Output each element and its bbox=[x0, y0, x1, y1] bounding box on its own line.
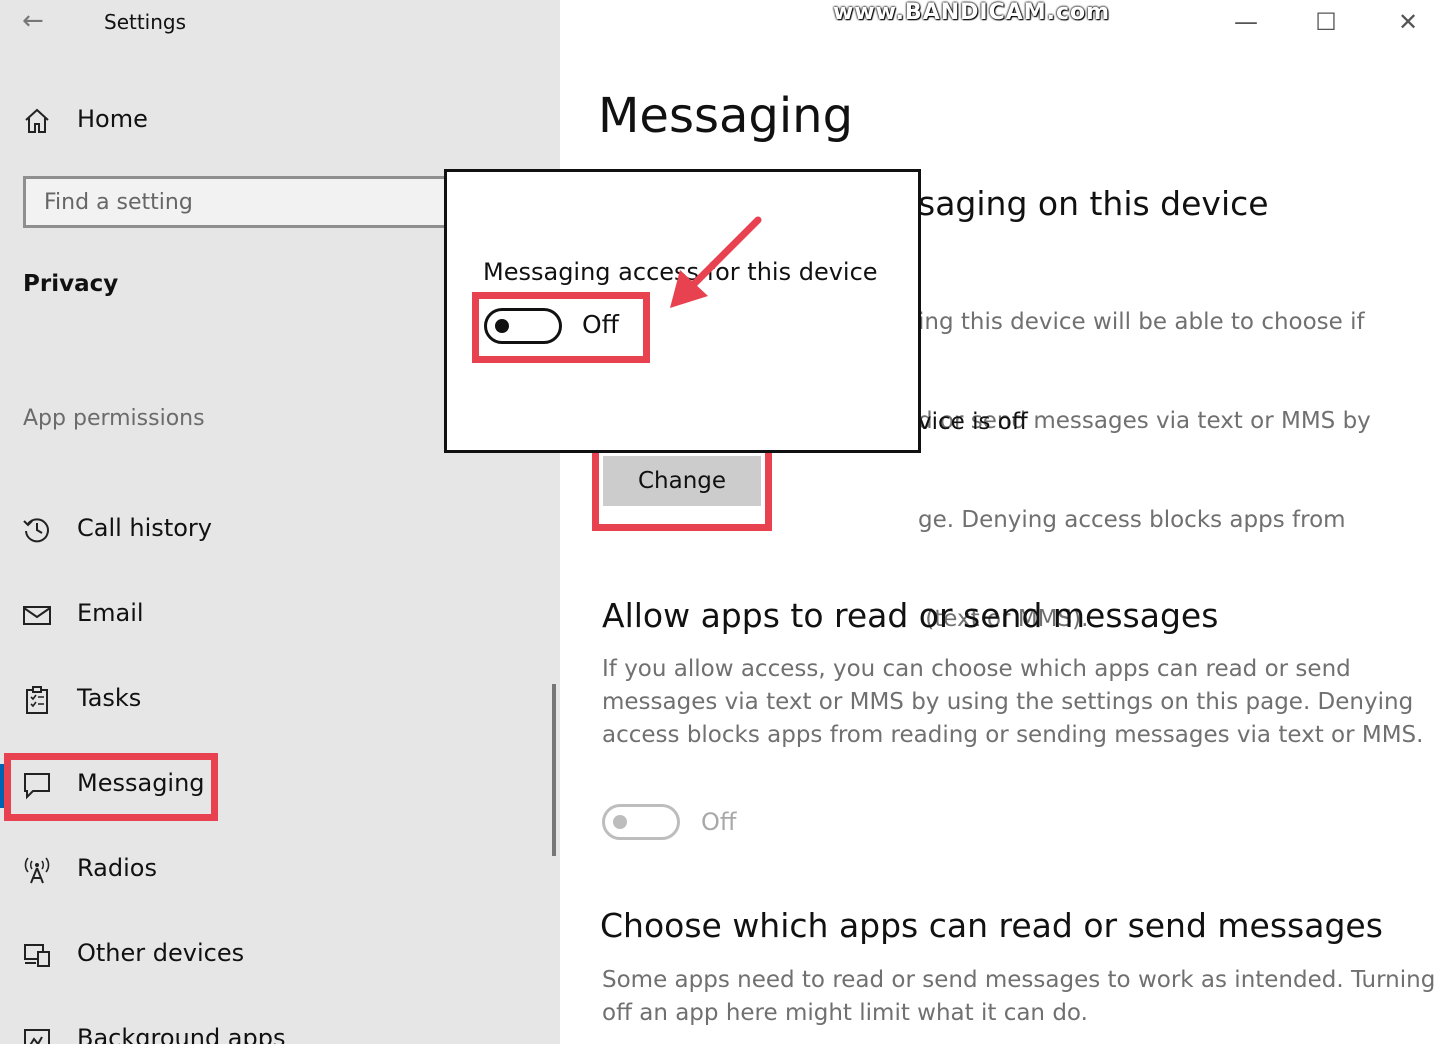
email-icon bbox=[23, 606, 51, 625]
change-button[interactable]: Change bbox=[603, 456, 761, 506]
allow-apps-toggle[interactable] bbox=[602, 804, 680, 840]
search-input[interactable] bbox=[26, 179, 460, 225]
sidebar-item-label: Email bbox=[77, 599, 144, 627]
desc-line: access blocks apps from reading or sendi… bbox=[602, 722, 1424, 748]
sidebar-item-other-devices[interactable]: Other devices bbox=[0, 926, 520, 986]
desc-line: ge. Denying access blocks apps from bbox=[918, 507, 1346, 533]
sidebar-item-tasks[interactable]: Tasks bbox=[0, 671, 520, 731]
back-arrow-icon[interactable]: ← bbox=[22, 6, 52, 36]
desc-line: off an app here might limit what it can … bbox=[602, 1000, 1088, 1026]
desc-line: If you allow access, you can choose whic… bbox=[602, 656, 1351, 682]
device-section-title: saging on this device bbox=[918, 184, 1269, 223]
home-icon bbox=[25, 108, 49, 133]
sidebar-item-label: Radios bbox=[77, 854, 157, 882]
minimize-button[interactable]: — bbox=[1226, 6, 1266, 38]
call-history-icon bbox=[23, 518, 49, 543]
sidebar-item-label: Other devices bbox=[77, 939, 245, 967]
sidebar-item-radios[interactable]: Radios bbox=[0, 841, 520, 901]
tasks-icon bbox=[26, 686, 48, 714]
messaging-icon bbox=[24, 773, 50, 800]
sidebar-item-home[interactable]: Home bbox=[0, 92, 520, 152]
desc-line: ing this device will be able to choose i… bbox=[918, 309, 1365, 335]
section-heading: Privacy bbox=[23, 271, 119, 297]
sidebar-item-label: Tasks bbox=[77, 684, 142, 712]
close-button[interactable]: ✕ bbox=[1388, 6, 1428, 38]
popup-toggle-state: Off bbox=[582, 310, 619, 339]
search-field[interactable] bbox=[23, 176, 463, 228]
background-apps-icon bbox=[24, 1029, 50, 1044]
page-title: Messaging bbox=[598, 88, 854, 144]
sidebar-scrollbar[interactable] bbox=[552, 684, 556, 856]
toggle-knob bbox=[495, 319, 509, 333]
sidebar-item-label: Call history bbox=[77, 514, 212, 542]
sidebar-item-label: Background apps bbox=[77, 1024, 286, 1044]
other-devices-icon bbox=[24, 944, 50, 967]
radios-icon bbox=[24, 857, 50, 884]
permissions-header: App permissions bbox=[23, 406, 205, 431]
device-status-text: vice is off bbox=[918, 409, 1028, 435]
selection-indicator bbox=[0, 764, 4, 808]
allow-section-title: Allow apps to read or send messages bbox=[602, 596, 1219, 635]
toggle-knob bbox=[613, 815, 627, 829]
sidebar-item-label: Home bbox=[77, 105, 148, 133]
device-access-toggle[interactable] bbox=[484, 308, 562, 344]
maximize-button[interactable]: ☐ bbox=[1306, 6, 1346, 38]
desc-line: messages via text or MMS by using the se… bbox=[602, 689, 1414, 715]
sidebar-item-email[interactable]: Email bbox=[0, 586, 520, 646]
sidebar-item-background-apps[interactable]: Background apps bbox=[0, 1011, 520, 1044]
annotation-arrow-icon bbox=[670, 216, 762, 308]
sidebar-item-call-history[interactable]: Call history bbox=[0, 501, 520, 561]
desc-line: Some apps need to read or send messages … bbox=[602, 967, 1436, 993]
recorder-watermark: www.BANDICAM.com bbox=[833, 0, 1111, 25]
app-title: Settings bbox=[104, 10, 187, 34]
choose-section-title: Choose which apps can read or send messa… bbox=[600, 906, 1383, 945]
sidebar-item-messaging[interactable]: Messaging bbox=[0, 756, 520, 816]
allow-section-description: If you allow access, you can choose whic… bbox=[602, 653, 1423, 752]
choose-section-description: Some apps need to read or send messages … bbox=[602, 964, 1435, 1030]
allow-toggle-state: Off bbox=[701, 808, 737, 836]
sidebar-item-label: Messaging bbox=[77, 769, 205, 797]
sidebar: ← Settings Home Privacy App permissions … bbox=[0, 0, 560, 1044]
